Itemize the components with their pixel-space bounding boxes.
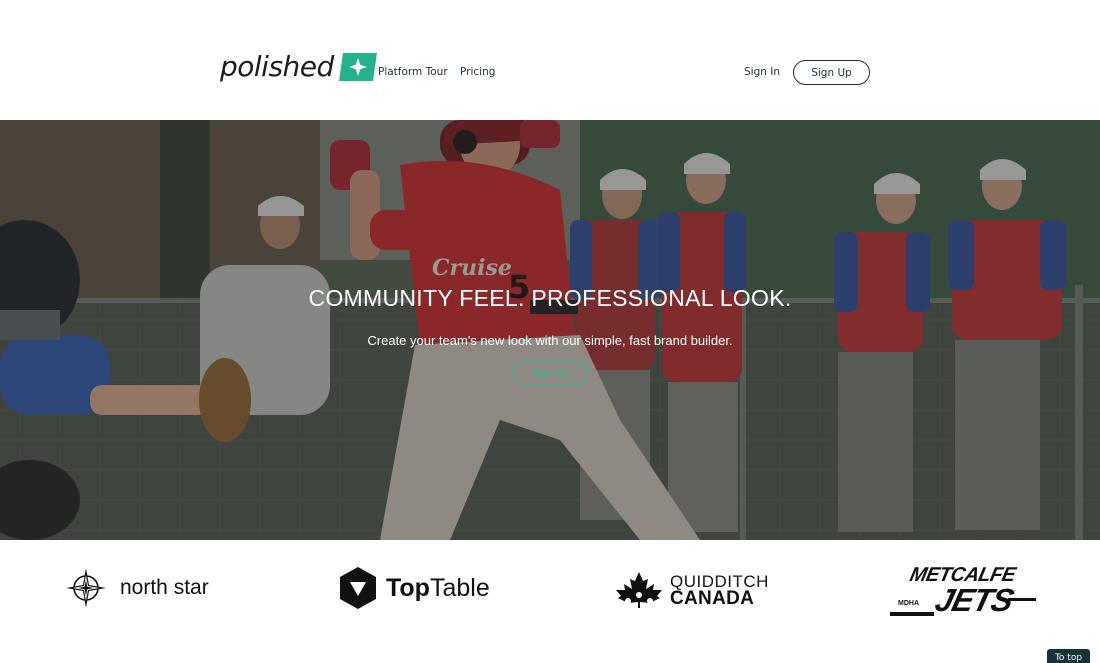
top-table-logo: Top Table — [338, 566, 490, 610]
to-top-button[interactable]: To top — [1047, 649, 1090, 663]
hero-title: COMMUNITY FEEL. PROFESSIONAL LOOK. — [308, 285, 792, 311]
metcalfe-jets-logo: METCALFE JETS MDHA — [890, 560, 1040, 620]
nav-platform-tour[interactable]: Platform Tour — [378, 66, 448, 78]
shield-icon — [340, 567, 376, 609]
sign-in-link[interactable]: Sign In — [744, 66, 780, 78]
north-star-wordmark: north star — [120, 576, 209, 599]
logo-wordmark: polished — [220, 50, 334, 83]
hero-subtitle: Create your team's new look with our sim… — [367, 333, 733, 348]
client-logos-strip: north star Top Table QUIDDITCH CANADA ME… — [0, 540, 1100, 663]
site-header: polished Platform Tour Pricing Sign In S… — [0, 0, 1100, 120]
jets-wordmark: JETS — [931, 582, 1017, 618]
quidditch-canada-logo: QUIDDITCH CANADA — [614, 571, 769, 609]
compass-icon — [66, 568, 106, 608]
speed-line — [890, 612, 934, 616]
top-table-wordmark-light: Table — [429, 573, 490, 602]
canada-wordmark: CANADA — [670, 588, 755, 609]
maple-leaf-icon — [616, 572, 662, 608]
nav-pricing[interactable]: Pricing — [460, 66, 495, 78]
star-icon — [338, 53, 377, 81]
top-table-wordmark-bold: Top — [386, 573, 430, 602]
sign-up-button[interactable]: Sign Up — [793, 60, 870, 85]
hero-sign-up-button[interactable]: Sign Up — [512, 361, 588, 385]
mdha-wordmark: MDHA — [898, 600, 919, 607]
speed-line — [1008, 598, 1036, 601]
hero-section: Cruise 5 COMMUNITY FEEL. PROFESSIONAL LO… — [0, 120, 1100, 540]
hero-overlay — [0, 120, 1100, 540]
north-star-logo: north star — [64, 566, 209, 610]
polished-logo[interactable]: polished — [220, 50, 377, 84]
